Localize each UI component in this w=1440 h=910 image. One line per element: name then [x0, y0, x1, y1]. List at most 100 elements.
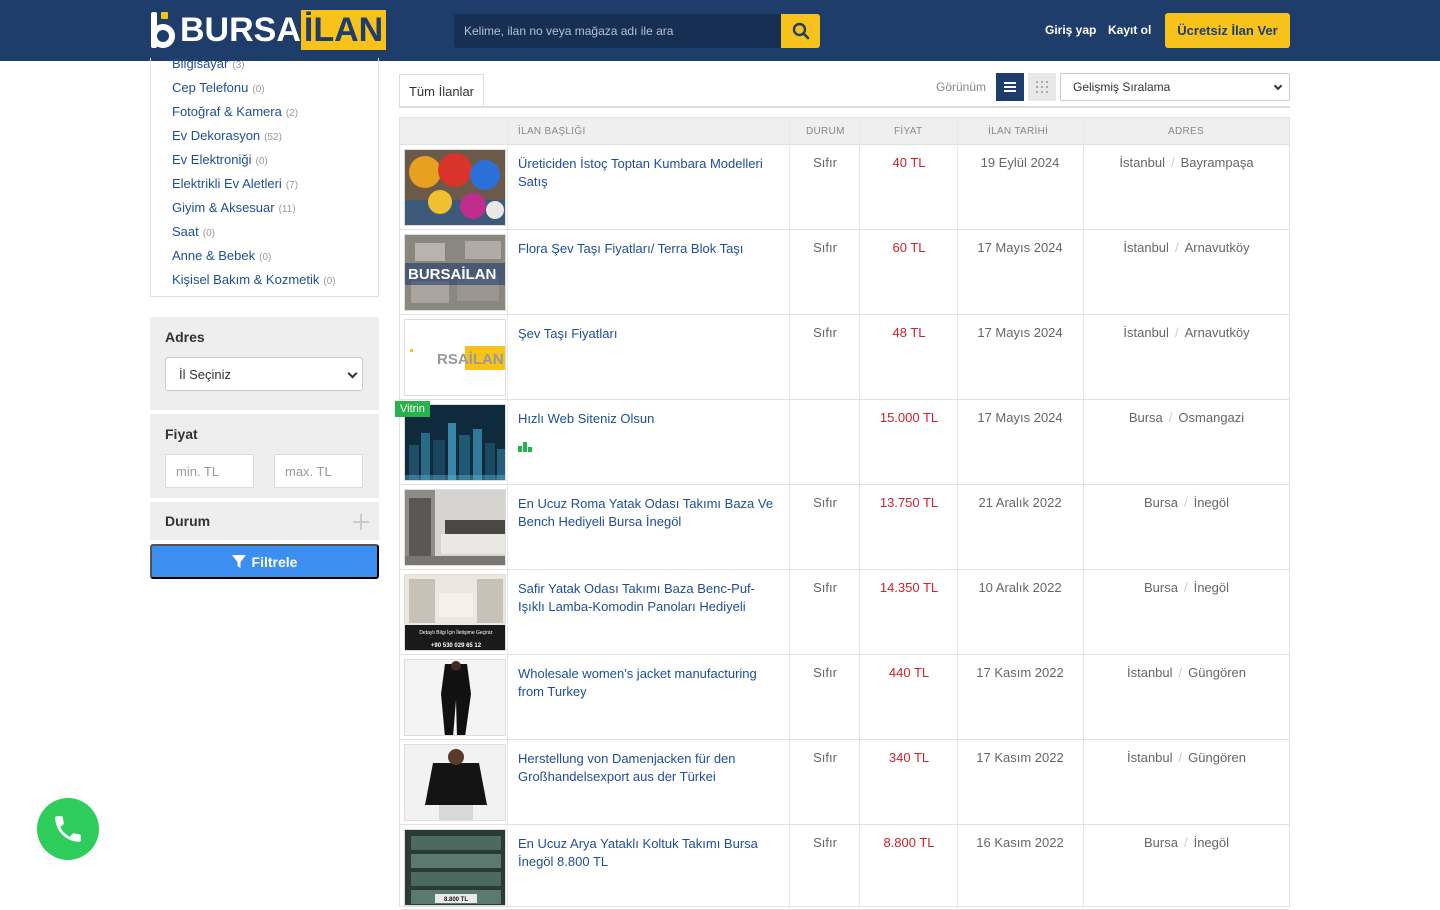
bedroom-furniture-image: Detaylı Bilgi İçin İletişime Geçiniz +90… [405, 575, 505, 650]
listing-title[interactable]: Herstellung von Damenjacken für den Groß… [518, 750, 778, 786]
tab-all-listings[interactable]: Tüm İlanlar [399, 74, 484, 108]
listing-address: İstanbul / Güngören [1127, 665, 1246, 680]
listing-thumbnail[interactable] [404, 489, 506, 566]
listing-thumbnail[interactable] [404, 744, 506, 821]
listing-condition: Sıfır [813, 835, 837, 850]
table-row[interactable]: BURSAİLAN Flora Şev Taşı Fiyatları/ Terr… [400, 230, 1289, 315]
listing-thumbnail[interactable]: RSAİLAN [404, 319, 506, 396]
plus-icon[interactable] [353, 514, 369, 530]
listing-address: İstanbul / Güngören [1127, 750, 1246, 765]
listing-title[interactable]: Wholesale women's jacket manufacturing f… [518, 665, 778, 701]
listing-thumbnail[interactable]: 8.800 TL [404, 829, 506, 906]
listing-price: 14.350 TL [879, 580, 939, 595]
category-item[interactable]: Ev Elektroniği (0) [172, 152, 268, 167]
logo-mark-icon [150, 10, 176, 50]
column-header-title: İLAN BAŞLIĞI [518, 126, 586, 137]
black-suit-image [405, 660, 505, 735]
category-item[interactable]: Bilgisayar (3) [172, 56, 245, 71]
table-row[interactable]: 8.800 TL En Ucuz Arya Yataklı Koltuk Tak… [400, 825, 1289, 910]
svg-text:RSAİLAN: RSAİLAN [437, 351, 504, 368]
listing-price: 340 TL [888, 750, 930, 765]
listing-title[interactable]: En Ucuz Roma Yatak Odası Takımı Baza Ve … [518, 495, 778, 531]
register-link[interactable]: Kayıt ol [1108, 23, 1151, 37]
list-view-button[interactable] [996, 73, 1024, 101]
listing-date: 17 Kasım 2022 [976, 750, 1064, 765]
sort-select[interactable]: Gelişmiş Sıralama [1060, 73, 1290, 101]
min-price-input[interactable]: min. TL [165, 454, 254, 488]
category-list: Bilgisayar (3) Cep Telefonu (0) Fotoğraf &… [150, 56, 379, 297]
site-logo[interactable]: BURSA İLAN [150, 10, 387, 50]
listing-date: 10 Aralık 2022 [978, 580, 1062, 595]
search-bar [454, 14, 820, 48]
category-item[interactable]: Giyim & Aksesuar (11) [172, 200, 296, 215]
showcase-badge: Vitrin [395, 401, 430, 417]
listing-price: 40 TL [892, 155, 926, 170]
table-row[interactable]: Detaylı Bilgi İçin İletişime Geçiniz +90… [400, 570, 1289, 655]
listing-condition: Sıfır [813, 665, 837, 680]
listing-address: Bursa / Osmangazi [1128, 410, 1245, 425]
listing-title[interactable]: Üreticiden İstoç Toptan Kumbara Modeller… [518, 155, 778, 191]
listing-thumbnail[interactable]: BURSAİLAN [404, 234, 506, 311]
price-filter-panel: Fiyat min. TL max. TL [150, 414, 379, 498]
category-item[interactable]: Kişisel Bakım & Kozmetik (0) [172, 272, 336, 287]
condition-filter-title: Durum [165, 513, 211, 529]
table-row[interactable]: Vitrin Hızlı Web Siteniz Olsun 15.000 TL… [395, 400, 1289, 485]
listing-condition: Sıfır [813, 495, 837, 510]
phone-call-button[interactable] [37, 798, 99, 860]
listing-title[interactable]: Safir Yatak Odası Takımı Baza Benc-Puf-I… [518, 580, 778, 616]
condition-filter-panel[interactable]: Durum [150, 502, 379, 540]
logo-placeholder-image: RSAİLAN [405, 320, 505, 395]
grid-icon [1036, 81, 1048, 93]
column-header-date: İLAN TARİHİ [988, 126, 1049, 137]
login-link[interactable]: Giriş yap [1045, 23, 1096, 37]
category-item[interactable]: Anne & Bebek (0) [172, 248, 271, 263]
search-button[interactable] [781, 14, 820, 48]
table-row[interactable]: Herstellung von Damenjacken für den Groß… [400, 740, 1289, 825]
list-icon [1004, 82, 1016, 92]
table-row[interactable]: Üreticiden İstoç Toptan Kumbara Modeller… [400, 145, 1289, 230]
search-input[interactable] [454, 14, 781, 48]
category-item[interactable]: Saat (0) [172, 224, 215, 239]
listing-thumbnail[interactable] [404, 659, 506, 736]
listing-thumbnail[interactable] [404, 149, 506, 226]
listing-date: 16 Kasım 2022 [976, 835, 1064, 850]
listing-condition: Sıfır [813, 155, 837, 170]
site-header: BURSA İLAN Giriş yap Kayıt ol Ücretsiz İ… [0, 0, 1440, 61]
logo-text-ilan: İLAN [300, 10, 387, 50]
city-select[interactable]: İl Seçiniz [165, 357, 363, 391]
category-item[interactable]: Ev Dekorasyon (52) [172, 128, 282, 143]
leather-jacket-image [405, 745, 505, 820]
listing-date: 17 Mayıs 2024 [977, 410, 1063, 425]
filter-button[interactable]: Filtrele [150, 544, 379, 579]
post-ad-button[interactable]: Ücretsiz İlan Ver [1165, 13, 1290, 48]
logo-text-bursa: BURSA [180, 10, 301, 49]
funnel-icon [231, 554, 246, 568]
listing-thumbnail[interactable]: Detaylı Bilgi İçin İletişime Geçiniz +90… [404, 574, 506, 651]
max-price-input[interactable]: max. TL [274, 454, 363, 488]
table-row[interactable]: En Ucuz Roma Yatak Odası Takımı Baza Ve … [400, 485, 1289, 570]
listing-address: Bursa / İnegöl [1143, 495, 1229, 510]
svg-text:+90 530 029 65 12: +90 530 029 65 12 [431, 643, 482, 649]
category-item[interactable]: Elektrikli Ev Aletleri (7) [172, 176, 298, 191]
column-header-price: FİYAT [894, 126, 923, 137]
listing-price: 8.800 TL [883, 835, 935, 850]
column-header-condition: DURUM [806, 126, 845, 137]
listing-date: 17 Mayıs 2024 [977, 325, 1063, 340]
listing-title[interactable]: En Ucuz Arya Yataklı Koltuk Takımı Bursa… [518, 835, 778, 871]
category-item[interactable]: Cep Telefonu (0) [172, 80, 265, 95]
chevron-down-icon [1273, 81, 1283, 91]
category-item[interactable]: Fotoğraf & Kamera (2) [172, 104, 298, 119]
table-row[interactable]: Wholesale women's jacket manufacturing f… [400, 655, 1289, 740]
listing-price: 48 TL [892, 325, 926, 340]
price-filter-title: Fiyat [165, 426, 198, 442]
column-header-address: ADRES [1168, 126, 1204, 137]
listing-date: 19 Eylül 2024 [980, 155, 1060, 170]
listing-title[interactable]: Hızlı Web Siteniz Olsun [518, 410, 778, 428]
tab-divider [399, 106, 1290, 108]
listing-title[interactable]: Flora Şev Taşı Fiyatları/ Terra Blok Taş… [518, 240, 778, 258]
table-row[interactable]: RSAİLAN Şev Taşı Fiyatları Sıfır 48 TL 1… [400, 315, 1289, 400]
stone-blocks-image: BURSAİLAN [405, 235, 505, 310]
svg-text:Detaylı Bilgi İçin İletişime G: Detaylı Bilgi İçin İletişime Geçiniz [419, 629, 493, 636]
listing-title[interactable]: Şev Taşı Fiyatları [518, 325, 778, 343]
grid-view-button[interactable] [1028, 73, 1056, 101]
